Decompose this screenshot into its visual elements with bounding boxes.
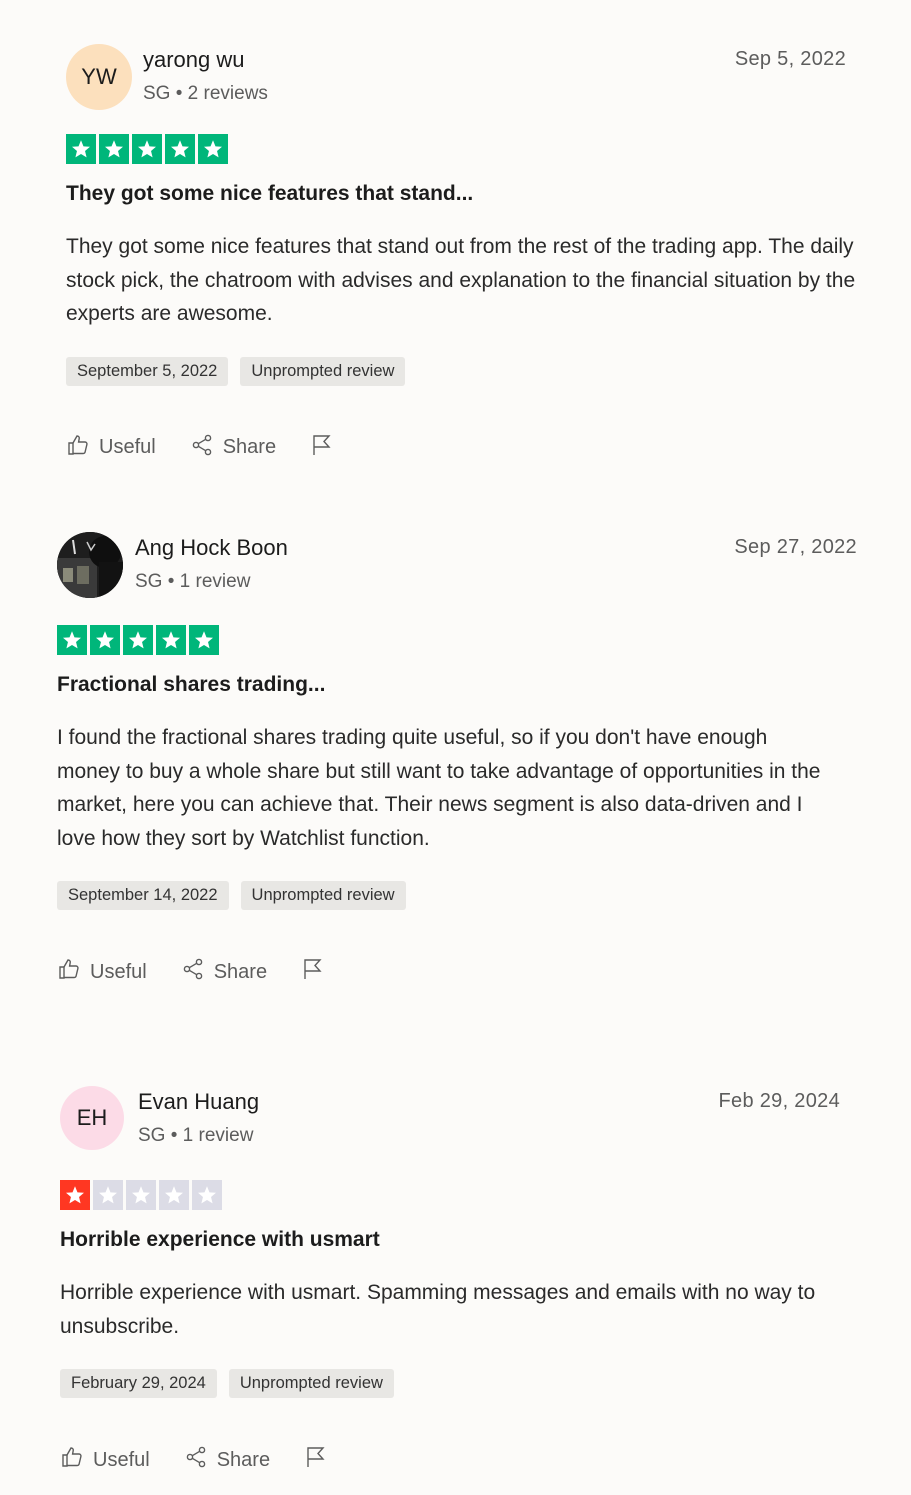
report-button[interactable] — [301, 957, 325, 987]
review-header: YW yarong wu SG • 2 reviews Sep 5, 2022 — [66, 44, 846, 112]
share-label: Share — [216, 1448, 271, 1471]
review-tags: February 29, 2024 Unprompted review — [60, 1369, 840, 1398]
share-label: Share — [213, 960, 268, 983]
review-actions: Useful Share — [60, 1445, 840, 1475]
review-body: Horrible experience with usmart. Spammin… — [60, 1281, 816, 1338]
flag-icon — [310, 433, 334, 463]
star-rating — [57, 625, 857, 655]
review-header: Ang Hock Boon SG • 1 review Sep 27, 2022 — [57, 532, 857, 600]
review-date: Feb 29, 2024 — [718, 1090, 840, 1112]
star-filled-icon — [156, 625, 186, 655]
share-button[interactable]: Share — [184, 1445, 270, 1475]
star-empty-icon — [126, 1180, 156, 1210]
star-filled-icon — [60, 1180, 90, 1210]
useful-label: Useful — [90, 960, 147, 983]
reviewer-meta: SG • 1 review — [135, 571, 251, 592]
unprompted-review-badge[interactable]: Unprompted review — [228, 1369, 394, 1398]
review-tags: September 14, 2022 Unprompted review — [57, 881, 857, 910]
star-filled-icon — [132, 134, 162, 164]
thumbs-up-icon — [66, 433, 90, 463]
reviewer-name[interactable]: Evan Huang — [138, 1089, 259, 1115]
useful-button[interactable]: Useful — [57, 957, 147, 987]
star-empty-icon — [159, 1180, 189, 1210]
star-filled-icon — [57, 625, 87, 655]
useful-button[interactable]: Useful — [60, 1445, 150, 1475]
review-card: EH Evan Huang SG • 1 review Feb 29, 2024… — [60, 1086, 840, 1475]
share-icon — [184, 1445, 208, 1475]
share-icon — [190, 433, 214, 463]
thumbs-up-icon — [60, 1445, 84, 1475]
review-header: EH Evan Huang SG • 1 review Feb 29, 2024 — [60, 1086, 840, 1154]
reviewer-meta: SG • 1 review — [138, 1125, 254, 1146]
avatar[interactable] — [57, 532, 123, 598]
share-icon — [181, 957, 205, 987]
share-label: Share — [222, 436, 277, 458]
useful-label: Useful — [99, 436, 156, 458]
useful-button[interactable]: Useful — [66, 433, 156, 463]
unprompted-review-badge[interactable]: Unprompted review — [240, 881, 406, 910]
review-title[interactable]: Horrible experience with usmart — [60, 1228, 840, 1252]
review-tags: September 5, 2022 Unprompted review — [66, 356, 846, 386]
review-card: YW yarong wu SG • 2 reviews Sep 5, 2022 … — [66, 44, 855, 463]
experience-date-badge: February 29, 2024 — [60, 1369, 217, 1398]
star-filled-icon — [165, 134, 195, 164]
unprompted-review-badge[interactable]: Unprompted review — [240, 356, 406, 386]
star-filled-icon — [189, 625, 219, 655]
report-button[interactable] — [304, 1445, 328, 1475]
star-filled-icon — [198, 134, 228, 164]
avatar[interactable]: YW — [66, 44, 132, 110]
review-actions: Useful Share — [66, 433, 846, 463]
star-filled-icon — [123, 625, 153, 655]
profile-photo-icon — [57, 532, 123, 598]
star-empty-icon — [93, 1180, 123, 1210]
experience-date-badge: September 5, 2022 — [66, 356, 229, 386]
review-body: They got some nice features that stand o… — [66, 235, 856, 325]
review-actions: Useful Share — [57, 957, 857, 987]
review-body: I found the fractional shares trading qu… — [57, 726, 821, 850]
share-button[interactable]: Share — [190, 433, 276, 463]
review-date: Sep 27, 2022 — [734, 536, 857, 558]
review-title[interactable]: Fractional shares trading... — [57, 673, 857, 697]
star-filled-icon — [66, 134, 96, 164]
star-rating — [60, 1180, 840, 1210]
reviewer-name[interactable]: Ang Hock Boon — [135, 535, 288, 561]
review-title[interactable]: They got some nice features that stand..… — [66, 182, 846, 206]
flag-icon — [304, 1445, 328, 1475]
star-filled-icon — [90, 625, 120, 655]
star-empty-icon — [192, 1180, 222, 1210]
star-rating — [66, 134, 846, 164]
review-card: Ang Hock Boon SG • 1 review Sep 27, 2022… — [57, 532, 857, 987]
reviewer-name[interactable]: yarong wu — [143, 47, 245, 73]
experience-date-badge: September 14, 2022 — [57, 881, 229, 910]
thumbs-up-icon — [57, 957, 81, 987]
share-button[interactable]: Share — [181, 957, 267, 987]
star-filled-icon — [99, 134, 129, 164]
useful-label: Useful — [93, 1448, 150, 1471]
report-button[interactable] — [310, 433, 334, 463]
review-date: Sep 5, 2022 — [734, 48, 846, 70]
flag-icon — [301, 957, 325, 987]
reviewer-meta: SG • 2 reviews — [143, 83, 268, 104]
avatar[interactable]: EH — [60, 1086, 124, 1150]
